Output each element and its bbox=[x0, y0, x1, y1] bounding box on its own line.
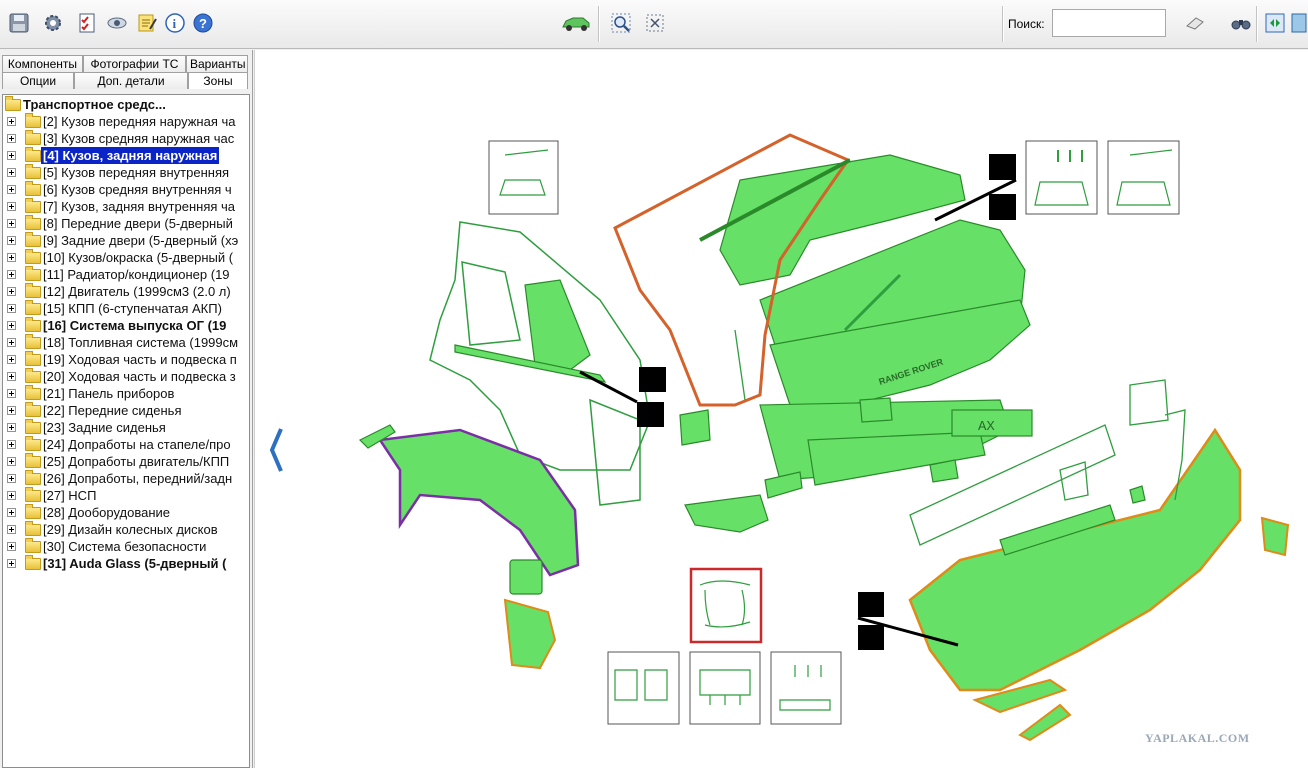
tow-eye[interactable] bbox=[1059, 461, 1089, 501]
callout-marker[interactable] bbox=[989, 154, 1016, 180]
hinge-bracket[interactable] bbox=[679, 409, 711, 446]
callout-marker[interactable] bbox=[637, 402, 664, 427]
reflector[interactable] bbox=[764, 471, 803, 499]
tail-lamp[interactable] bbox=[684, 494, 769, 533]
leader-line bbox=[579, 370, 638, 404]
rear-bumper[interactable] bbox=[908, 427, 1242, 692]
thumbnail-wiring-selected[interactable] bbox=[689, 567, 763, 644]
thumbnail-clips-set[interactable] bbox=[770, 651, 842, 725]
wheel-arch-liner[interactable] bbox=[377, 428, 580, 577]
callout-marker[interactable] bbox=[639, 367, 666, 392]
callout-marker[interactable] bbox=[989, 194, 1016, 220]
watermark: YAPLAKAL.COM bbox=[1145, 731, 1250, 745]
thumbnail-glass-adhesive[interactable] bbox=[1107, 140, 1180, 215]
vent-grille[interactable] bbox=[509, 559, 543, 595]
quarter-window[interactable] bbox=[461, 261, 521, 346]
nav-previous-icon[interactable] bbox=[268, 425, 284, 478]
bumper-bracket[interactable] bbox=[1260, 516, 1290, 557]
quarter-glass[interactable] bbox=[524, 279, 591, 371]
callout-marker[interactable] bbox=[858, 625, 884, 650]
bumper-end-cap[interactable] bbox=[1018, 703, 1072, 742]
latch[interactable] bbox=[859, 397, 893, 423]
thumbnail-mudflaps[interactable] bbox=[607, 651, 680, 725]
pillar-bracket[interactable] bbox=[589, 398, 641, 506]
parts-diagram: AX RANGE ROVER bbox=[358, 133, 1290, 742]
thumbnail-glass-clips[interactable] bbox=[1025, 140, 1098, 215]
clip[interactable] bbox=[1129, 485, 1146, 504]
tailgate-trim[interactable] bbox=[807, 431, 986, 486]
plate-text: AX bbox=[978, 419, 995, 435]
gas-strut[interactable] bbox=[734, 329, 746, 401]
thumbnail-glass-kit[interactable] bbox=[488, 140, 559, 215]
mudflap[interactable] bbox=[503, 598, 557, 670]
callout-marker[interactable] bbox=[858, 592, 884, 617]
tow-bracket[interactable] bbox=[1129, 379, 1169, 426]
